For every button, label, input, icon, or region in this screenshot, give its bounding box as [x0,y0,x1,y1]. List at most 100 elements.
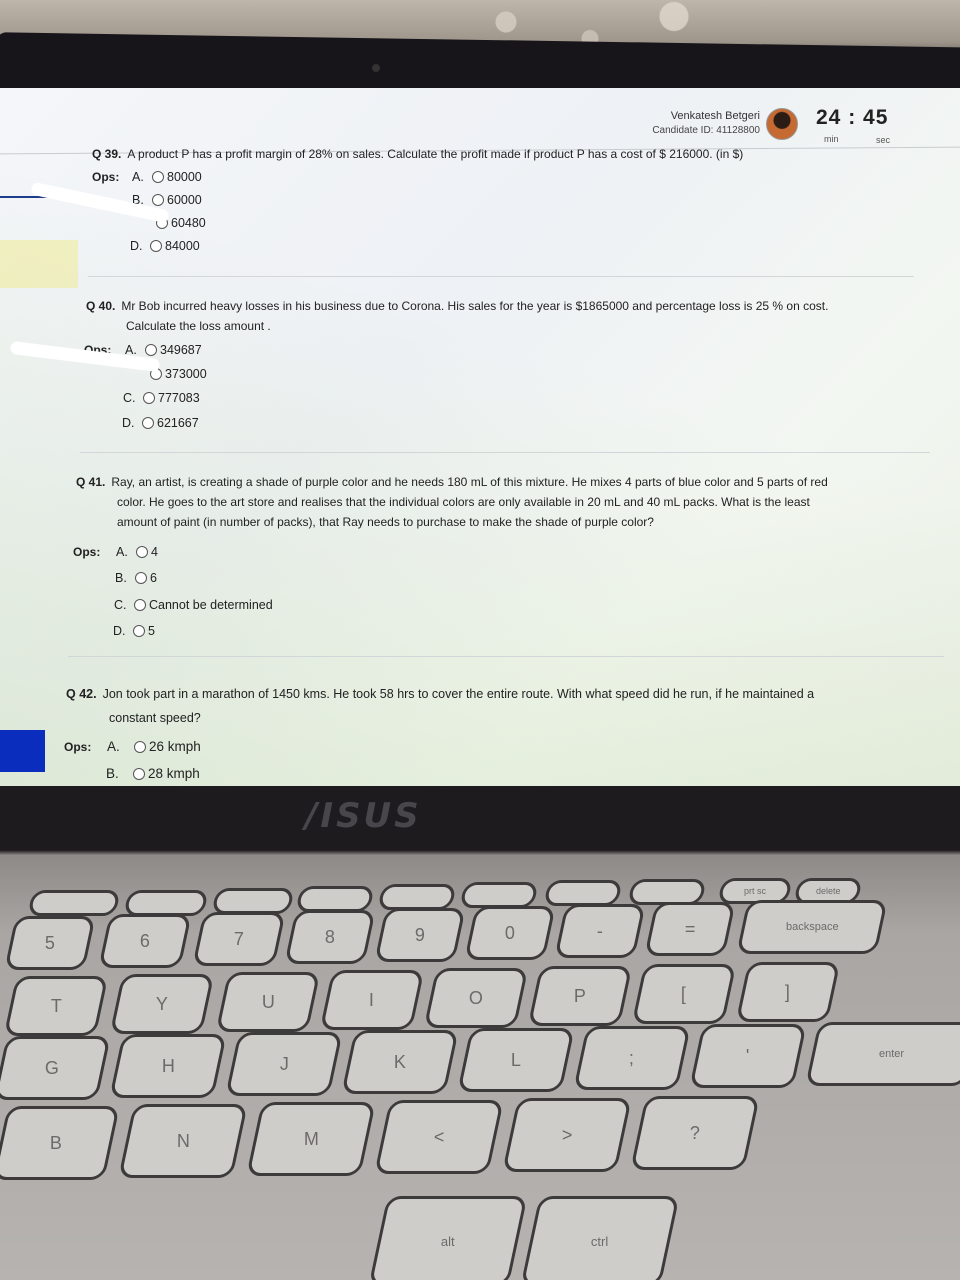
key-h[interactable]: H [109,1034,227,1098]
key-9[interactable]: 9 [374,908,466,962]
laptop-keyboard: /ISUS prt sc delete 5 6 7 8 9 0 - = back… [0,786,960,1280]
option-value: 621667 [157,416,199,430]
option-40-a[interactable]: A. 349687 [125,343,202,357]
radio-button[interactable] [150,240,162,252]
option-value: 349687 [160,343,202,357]
question-text-line2: constant speed? [109,711,201,725]
key-enter[interactable]: enter [805,1022,960,1086]
key-m[interactable]: M [246,1102,376,1176]
key-quote[interactable]: ' [689,1024,807,1088]
key-6[interactable]: 6 [98,914,192,968]
option-41-c[interactable]: C. Cannot be determined [114,598,273,612]
asus-logo: /ISUS [305,796,422,836]
key-equals[interactable]: = [644,902,736,956]
option-41-b[interactable]: B. 6 [115,571,157,585]
key-rbracket[interactable]: ] [735,962,841,1022]
question-number: Q 39. [92,147,122,161]
question-text: A product P has a profit margin of 28% o… [127,147,744,161]
question-text-line3: amount of paint (in number of packs), th… [117,515,654,529]
option-41-d[interactable]: D. 5 [113,624,155,638]
option-value: 60000 [167,193,202,207]
option-value: 80000 [167,170,202,184]
option-42-a[interactable]: A. 26 kmph [107,739,201,754]
key-f10[interactable] [459,882,539,908]
key-ctrl[interactable]: ctrl [520,1196,680,1280]
question-marker [0,240,78,288]
countdown-timer: 24 : 45 min sec [816,106,906,145]
webcam [372,64,380,72]
option-value: Cannot be determined [149,598,273,612]
option-value: 4 [151,545,158,559]
key-f7[interactable] [211,888,295,914]
radio-button[interactable] [135,572,147,584]
timer-min-label: min [824,134,839,144]
key-g[interactable]: G [0,1036,111,1100]
key-0[interactable]: 0 [464,906,556,960]
key-n[interactable]: N [118,1104,248,1178]
key-comma[interactable]: < [374,1100,504,1174]
radio-button[interactable] [133,625,145,637]
radio-button[interactable] [142,417,154,429]
key-i[interactable]: I [319,970,425,1030]
option-40-c[interactable]: C. 777083 [123,391,200,405]
question-text: Mr Bob incurred heavy losses in his busi… [121,299,829,313]
option-value: 5 [148,624,155,638]
question-number: Q 42. [66,687,97,701]
radio-button[interactable] [143,392,155,404]
radio-button[interactable] [134,599,146,611]
nav-button[interactable] [0,730,45,772]
exam-header: Venkatesh Betgeri Candidate ID: 41128800… [0,88,960,148]
key-7[interactable]: 7 [192,912,286,966]
key-slash[interactable]: ? [630,1096,760,1170]
key-lbracket[interactable]: [ [631,964,737,1024]
option-value: 373000 [165,367,207,381]
option-39-d[interactable]: D. 84000 [130,239,200,253]
question-number: Q 41. [76,475,106,489]
key-8[interactable]: 8 [284,910,376,964]
key-f5[interactable] [27,890,121,916]
key-j[interactable]: J [225,1032,343,1096]
key-o[interactable]: O [423,968,529,1028]
key-t[interactable]: T [3,976,109,1036]
key-period[interactable]: > [502,1098,632,1172]
question-text: Jon took part in a marathon of 1450 kms.… [102,687,815,701]
option-41-a[interactable]: A. 4 [116,545,158,559]
option-value: 6 [150,571,157,585]
radio-button[interactable] [136,546,148,558]
question-text-line2: color. He goes to the art store and real… [117,495,810,509]
key-p[interactable]: P [527,966,633,1026]
radio-button[interactable] [133,767,145,780]
radio-button[interactable] [134,740,146,753]
option-42-b[interactable]: B. 28 kmph [106,766,200,781]
key-alt[interactable]: alt [368,1196,528,1280]
key-semicolon[interactable]: ; [573,1026,691,1090]
candidate-id: Candidate ID: 41128800 [652,125,760,136]
key-k[interactable]: K [341,1030,459,1094]
key-y[interactable]: Y [109,974,215,1034]
key-minus[interactable]: - [554,904,646,958]
key-5[interactable]: 5 [4,916,96,970]
key-f8[interactable] [295,886,375,912]
radio-button[interactable] [152,171,164,183]
radio-button[interactable] [152,194,164,206]
key-f6[interactable] [123,890,209,916]
key-f9[interactable] [377,884,457,910]
ops-label: Ops: [64,740,92,754]
candidate-name: Venkatesh Betgeri [670,110,760,122]
ops-label: Ops: [73,545,101,559]
question-text: Ray, an artist, is creating a shade of p… [111,475,828,489]
key-backspace[interactable]: backspace [736,900,888,954]
key-l[interactable]: L [457,1028,575,1092]
question-39: Q 39. A product P has a profit margin of … [92,144,932,164]
option-40-d[interactable]: D. 621667 [122,416,199,430]
timer-value: 24 : 45 [816,106,889,129]
question-divider [80,452,930,453]
option-value: 777083 [158,391,200,405]
option-39-a[interactable]: A. 80000 [132,170,202,184]
key-u[interactable]: U [215,972,321,1032]
radio-button[interactable] [145,344,157,356]
key-f11[interactable] [543,880,623,906]
option-value: 28 kmph [148,766,200,781]
key-b[interactable]: B [0,1106,120,1180]
question-divider [88,276,914,277]
